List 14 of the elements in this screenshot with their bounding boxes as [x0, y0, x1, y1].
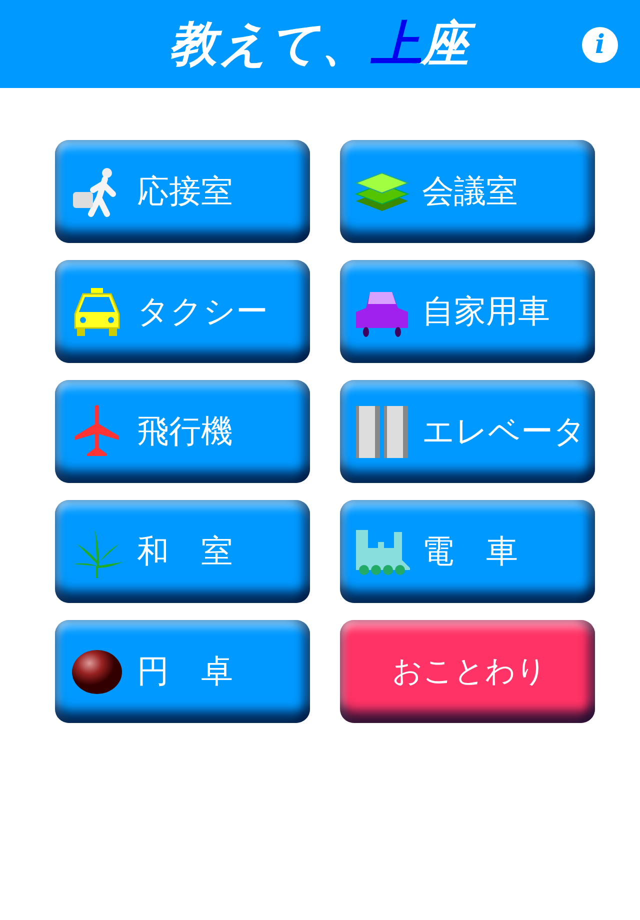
option-button[interactable]: 飛行機: [55, 380, 310, 483]
decline-button[interactable]: おことわり: [340, 620, 595, 723]
option-button[interactable]: タクシー: [55, 260, 310, 363]
option-button[interactable]: 電 車: [340, 500, 595, 603]
option-button[interactable]: 応接室: [55, 140, 310, 243]
option-button[interactable]: 円 卓: [55, 620, 310, 723]
info-button[interactable]: i: [582, 27, 618, 63]
option-button[interactable]: 和 室: [55, 500, 310, 603]
option-button[interactable]: 会議室: [340, 140, 595, 243]
option-button[interactable]: 自家用車: [340, 260, 595, 363]
elevator-doors-icon: [354, 404, 410, 460]
app-title: 教えて、上座: [159, 12, 481, 76]
option-button[interactable]: エレベータ: [340, 380, 595, 483]
layers-icon: [354, 172, 410, 212]
